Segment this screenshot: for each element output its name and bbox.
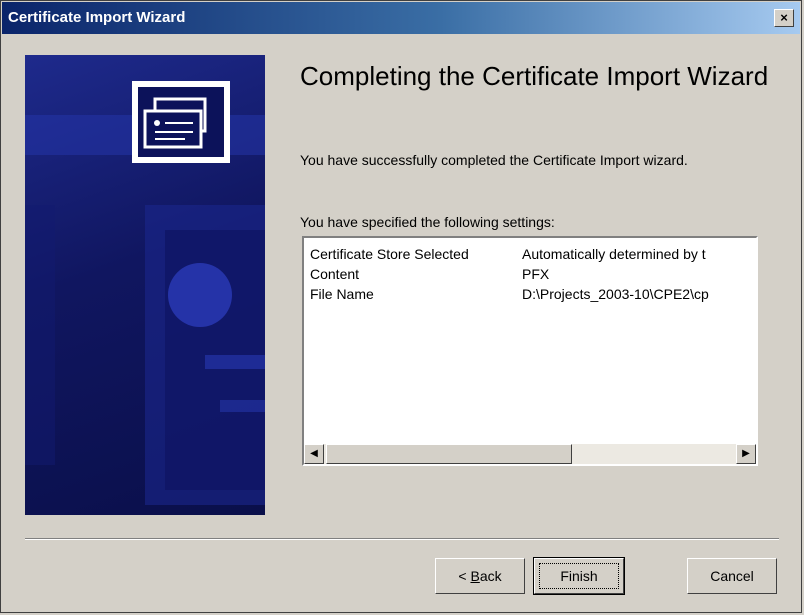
- close-button[interactable]: ×: [774, 9, 794, 27]
- focus-ring: [539, 563, 619, 589]
- arrow-right-icon: ▶: [742, 448, 750, 459]
- back-button[interactable]: < Back: [435, 558, 525, 594]
- wizard-window: Certificate Import Wizard × Completing t…: [0, 0, 802, 613]
- setting-name: Content: [310, 266, 360, 282]
- setting-value: D:\Projects_2003-10\CPE2\cp: [522, 286, 709, 302]
- list-item[interactable]: Certificate Store Selected Automatically…: [310, 244, 756, 264]
- back-label: ack: [479, 568, 502, 584]
- certificate-banner-art: [25, 81, 265, 505]
- back-prefix: <: [458, 568, 471, 584]
- cancel-label: Cancel: [710, 568, 754, 584]
- close-icon: ×: [780, 10, 788, 25]
- list-item[interactable]: Content PFX: [310, 264, 756, 284]
- list-item[interactable]: File Name D:\Projects_2003-10\CPE2\cp: [310, 284, 756, 304]
- setting-value: PFX: [522, 266, 550, 282]
- scroll-left-button[interactable]: ◀: [304, 444, 324, 464]
- scroll-right-button[interactable]: ▶: [736, 444, 756, 464]
- certificate-icon: [132, 81, 230, 163]
- setting-name: File Name: [310, 286, 374, 302]
- horizontal-scrollbar[interactable]: ◀ ▶: [304, 444, 756, 464]
- arrow-left-icon: ◀: [310, 448, 318, 459]
- setting-name: Certificate Store Selected: [310, 246, 469, 262]
- completion-message: You have successfully completed the Cert…: [300, 152, 688, 168]
- window-title: Certificate Import Wizard: [8, 9, 186, 26]
- settings-list[interactable]: Certificate Store Selected Automatically…: [302, 236, 758, 466]
- title-bar[interactable]: Certificate Import Wizard ×: [2, 2, 800, 34]
- cancel-button[interactable]: Cancel: [687, 558, 777, 594]
- back-mnemonic: B: [470, 568, 480, 584]
- finish-button[interactable]: Finish: [533, 557, 625, 595]
- wizard-banner: [25, 55, 265, 515]
- divider: [25, 538, 779, 540]
- scroll-thumb[interactable]: [326, 444, 572, 464]
- settings-label: You have specified the following setting…: [300, 214, 555, 230]
- page-title: Completing the Certificate Import Wizard: [300, 61, 769, 91]
- setting-value: Automatically determined by t: [522, 246, 706, 262]
